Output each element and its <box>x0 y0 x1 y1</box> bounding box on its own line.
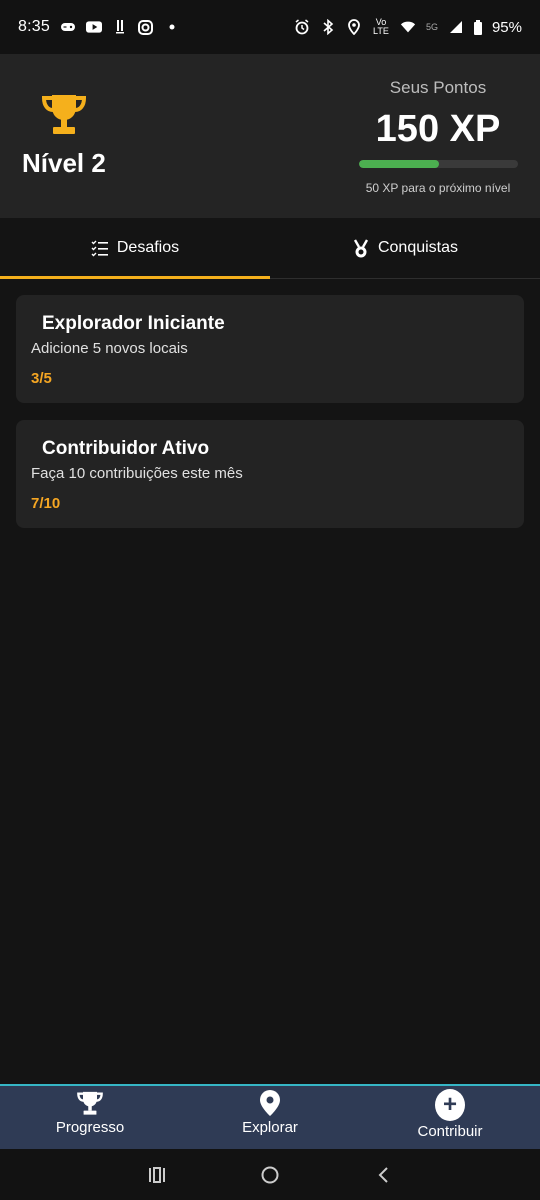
tab-desafios-label: Desafios <box>116 239 180 256</box>
nav-contribuir-label: Contribuir <box>417 1123 483 1140</box>
bluetooth-icon <box>320 19 336 35</box>
challenge-progress: 7/10 <box>31 495 61 512</box>
app-notification-icon <box>112 19 128 35</box>
checklist-icon <box>91 239 109 257</box>
challenge-description: Adicione 5 novos locais <box>31 340 188 357</box>
signal-icon <box>448 19 464 35</box>
nav-progresso-label: Progresso <box>55 1119 125 1136</box>
challenge-title: Explorador Iniciante <box>42 313 225 334</box>
nav-explorar-label: Explorar <box>242 1119 298 1136</box>
tab-conquistas-label: Conquistas <box>377 239 459 256</box>
battery-icon <box>473 19 482 35</box>
status-right: Vo LTE 5G 95% <box>294 18 522 36</box>
bottom-navigation: Progresso Explorar + Contribuir <box>0 1084 540 1149</box>
tab-bar: Desafios Conquistas <box>0 218 540 279</box>
status-time: 8:35 <box>18 18 50 35</box>
challenge-card[interactable]: Contribuidor Ativo Faça 10 contribuições… <box>16 420 524 528</box>
challenge-progress: 3/5 <box>31 370 52 387</box>
trophy-icon <box>40 92 88 136</box>
level-header: Nível 2 Seus Pontos 150 XP 50 XP para o … <box>0 54 540 218</box>
points-value: 150 XP <box>375 108 501 150</box>
trophy-icon <box>75 1088 105 1118</box>
status-left: 8:35 <box>18 18 180 36</box>
alarm-icon <box>294 19 310 35</box>
nav-progresso[interactable]: Progresso <box>0 1086 180 1149</box>
dot-icon <box>164 19 180 35</box>
youtube-icon <box>85 19 102 35</box>
home-icon <box>261 1166 279 1183</box>
location-icon <box>346 19 362 35</box>
game-controller-icon <box>60 19 76 35</box>
next-level-text: 50 XP para o próximo nível <box>365 181 511 195</box>
system-navigation <box>0 1149 540 1200</box>
back-icon <box>378 1166 389 1183</box>
volte-label: Vo LTE <box>373 17 389 36</box>
challenge-title: Contribuidor Ativo <box>42 438 210 459</box>
tab-desafios[interactable]: Desafios <box>0 218 270 279</box>
nav-contribuir[interactable]: + Contribuir <box>360 1086 540 1149</box>
wifi-icon <box>400 19 416 35</box>
xp-progress-fill <box>359 160 439 168</box>
instagram-icon <box>138 19 154 35</box>
recent-apps-button[interactable] <box>137 1155 177 1195</box>
back-button[interactable] <box>363 1155 403 1195</box>
medal-icon <box>352 239 370 258</box>
nav-explorar[interactable]: Explorar <box>180 1086 360 1149</box>
level-label: Nível 2 <box>22 148 106 178</box>
map-pin-icon <box>255 1088 285 1118</box>
challenge-description: Faça 10 contribuições este mês <box>31 465 243 482</box>
plus-circle-icon: + <box>435 1088 465 1122</box>
network-label: 5G <box>425 21 438 32</box>
xp-progress-bar <box>359 160 518 168</box>
status-bar: 8:35 Vo LTE 5G 95% <box>0 0 540 54</box>
challenge-card[interactable]: Explorador Iniciante Adicione 5 novos lo… <box>16 295 524 403</box>
tab-conquistas[interactable]: Conquistas <box>270 218 540 278</box>
recent-apps-icon <box>148 1166 165 1183</box>
battery-percent: 95% <box>491 18 522 36</box>
home-button[interactable] <box>250 1155 290 1195</box>
points-title: Seus Pontos <box>389 78 487 97</box>
